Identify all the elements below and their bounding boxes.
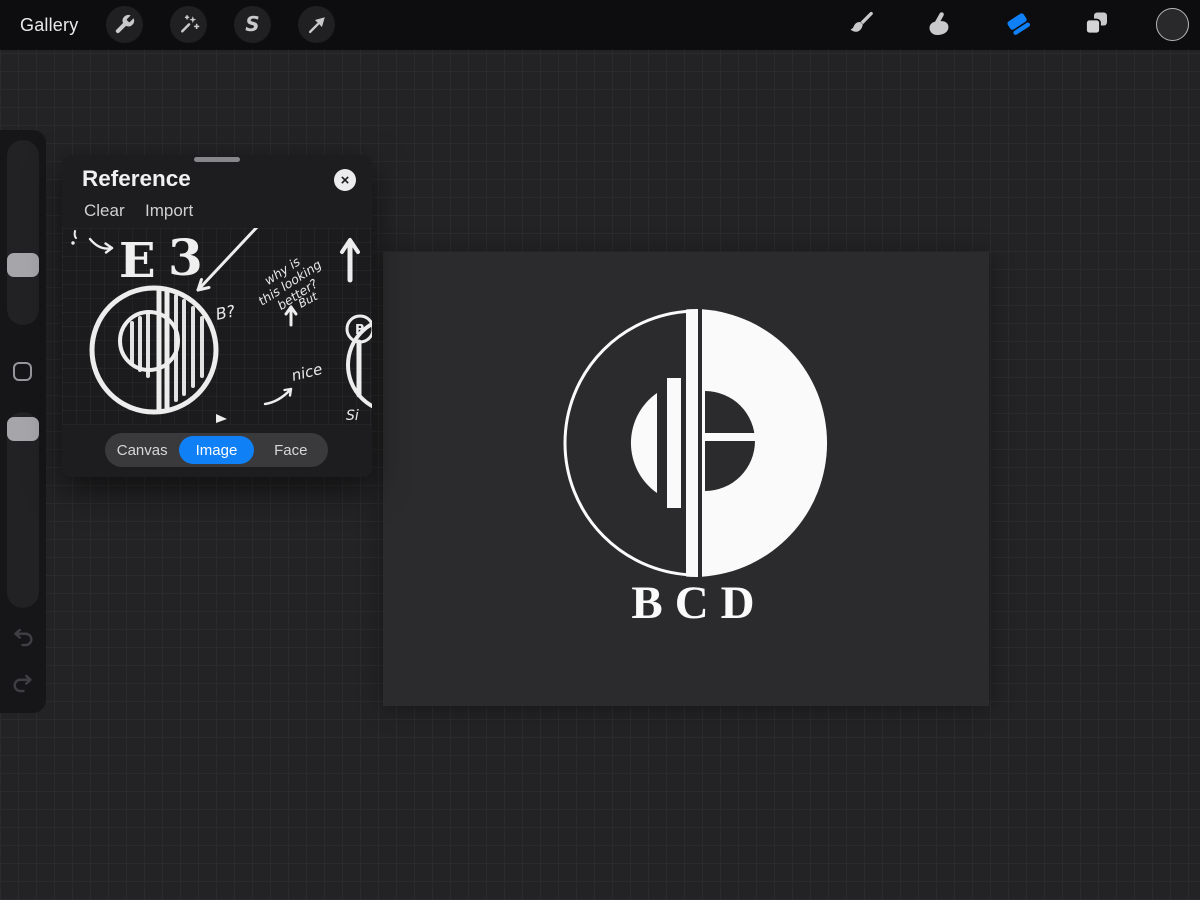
redo-arrow-icon [10,683,36,700]
sketch-letter-e: E [119,233,156,289]
smudge-tool-button[interactable] [925,10,955,40]
reference-panel: Reference × Clear Import [62,155,372,477]
transform-button[interactable] [298,6,335,43]
sketch-triangle-mark [216,414,227,423]
panel-drag-handle[interactable] [194,157,240,162]
selection-s-icon: S [245,14,259,34]
clear-button[interactable]: Clear [84,201,125,221]
logo-inner-crescent [631,393,657,493]
sketch-small-b: B [355,323,365,338]
undo-arrow-icon [10,637,36,654]
gallery-button[interactable]: Gallery [20,0,78,50]
panel-title: Reference [82,166,191,192]
layers-button[interactable] [1081,10,1111,40]
redo-button[interactable] [10,670,36,696]
top-toolbar: Gallery S [0,0,1200,50]
modify-button[interactable] [13,362,32,381]
brush-size-handle[interactable] [7,253,39,277]
magic-wand-icon [177,13,200,36]
brush-tool-button[interactable] [847,10,877,40]
paintbrush-icon [848,9,876,42]
actions-button[interactable] [106,6,143,43]
tab-image[interactable]: Image [179,436,253,464]
bcd-logo-artwork: BCD [383,252,989,706]
logo-stem [686,308,698,578]
procreate-app: BCD Gallery S [0,0,1200,900]
logo-horizontal-band [705,433,757,441]
drawing-canvas[interactable]: BCD [383,252,989,706]
import-button[interactable]: Import [145,201,193,221]
tab-canvas[interactable]: Canvas [105,433,179,467]
side-toolbar [0,130,46,713]
opacity-handle[interactable] [7,417,39,441]
undo-button[interactable] [10,624,36,650]
selection-button[interactable]: S [234,6,271,43]
sketch-b-question: B? [214,301,237,324]
reference-sketch: E 3 B? why is this looking better? But n… [62,228,372,425]
logo-wordmark: BCD [631,577,766,629]
close-icon: × [341,173,350,188]
reference-image[interactable]: E 3 B? why is this looking better? But n… [62,228,372,425]
sketch-si: Si [346,408,359,424]
opacity-slider[interactable] [7,412,39,608]
close-button[interactable]: × [334,169,356,191]
logo-mid-bar [667,378,681,508]
adjustments-button[interactable] [170,6,207,43]
reference-tabs: Canvas Image Face [105,433,328,467]
sketch-nice: nice [290,360,325,385]
transform-arrow-icon [306,14,328,36]
layers-icon [1082,9,1110,42]
smudge-finger-icon [926,9,954,42]
erase-tool-button-active[interactable] [1003,10,1033,40]
wrench-icon [113,13,136,36]
brush-size-slider[interactable] [7,140,39,325]
color-swatch-button[interactable] [1156,8,1189,41]
tab-face[interactable]: Face [254,433,328,467]
sketch-numeral-3: 3 [168,228,203,287]
eraser-icon [1003,8,1033,43]
